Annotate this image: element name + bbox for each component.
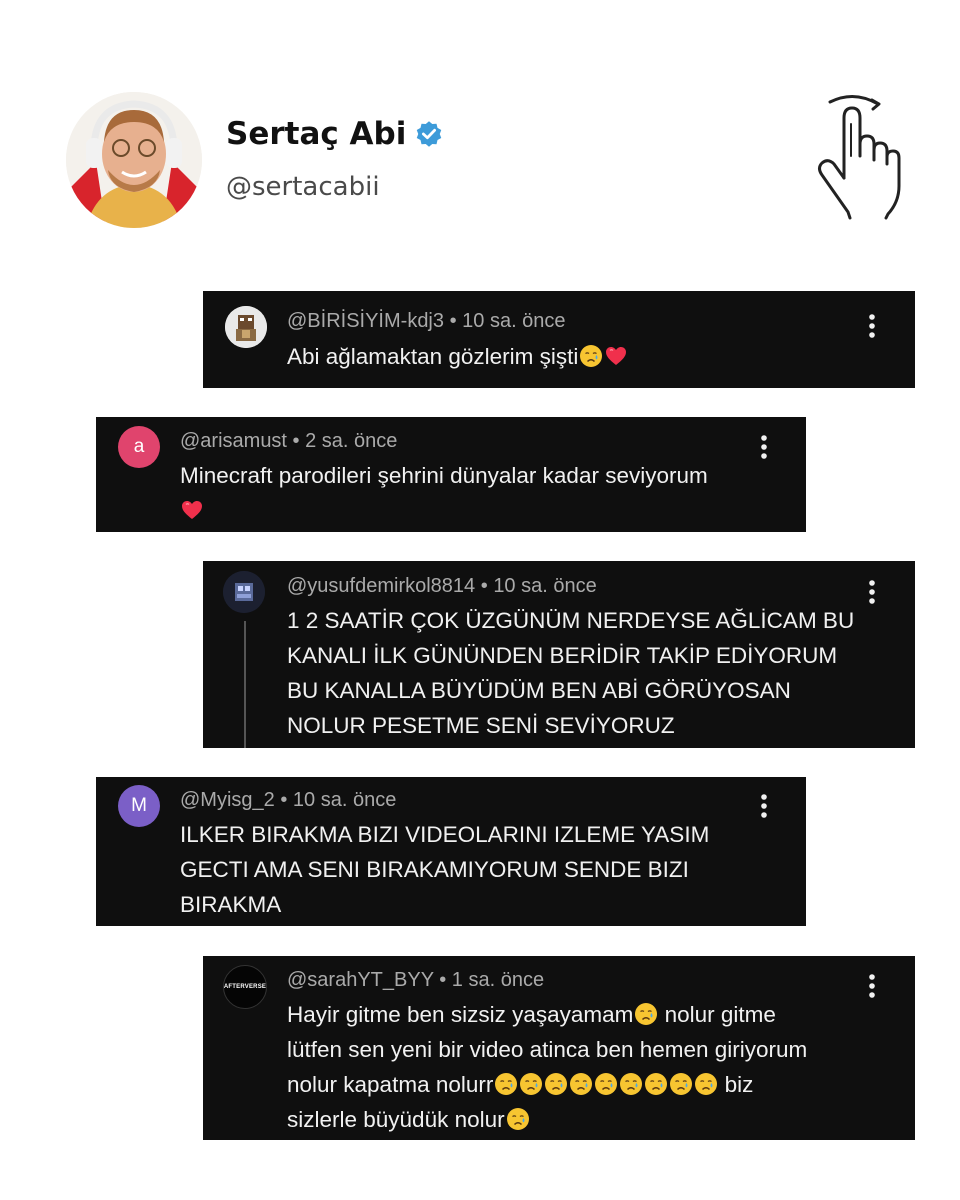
profile-avatar-image (66, 92, 202, 228)
commenter-avatar[interactable]: M (118, 785, 160, 827)
avatar-image (223, 571, 265, 613)
comment-time: 10 sa. önce (292, 789, 397, 811)
crying-face-emoji (694, 1072, 718, 1096)
comment-text-content: Abi ağlamaktan gözlerim şişti (287, 344, 579, 369)
comment-card: M @Myisg_2 • 10 sa. önce ILKER BIRAKMA B… (96, 777, 806, 926)
red-heart-emoji (180, 498, 204, 522)
commenter-avatar[interactable] (225, 306, 267, 348)
crying-face-emoji (569, 1072, 593, 1096)
comment-text-content: Minecraft parodileri şehrini dünyalar ka… (180, 463, 708, 488)
comment-time: 1 sa. önce (451, 969, 545, 991)
comment-text: ILKER BIRAKMA BIZI VIDEOLARINI IZLEME YA… (180, 822, 710, 917)
swipe-hand-icon (818, 95, 901, 220)
comment-card: AFTERVERSE @sarahYT_BYY • 1 sa. önce Hay… (203, 956, 915, 1140)
comment-author[interactable]: @BİRİSİYİM-kdj3 (287, 310, 444, 332)
comment-meta: @Myisg_2 • 10 sa. önce (180, 789, 397, 811)
comment-text: Abi ağlamaktan gözlerim şişti (287, 339, 887, 374)
commenter-avatar[interactable]: a (118, 426, 160, 468)
more-vert-icon[interactable] (868, 579, 876, 605)
crying-face-emoji (644, 1072, 668, 1096)
thread-line (244, 621, 246, 748)
crying-face-emoji (594, 1072, 618, 1096)
more-vert-icon[interactable] (760, 434, 768, 460)
comment-time: 10 sa. önce (462, 310, 566, 332)
commenter-avatar[interactable] (223, 571, 265, 613)
crying-face-emoji (544, 1072, 568, 1096)
commenter-avatar[interactable]: AFTERVERSE (223, 965, 267, 1009)
comment-card: a @arisamust • 2 sa. önce Minecraft paro… (96, 417, 806, 532)
crying-face-emoji (506, 1107, 530, 1131)
comment-author[interactable]: @yusufdemirkol8814 (287, 575, 475, 597)
comment-time: 10 sa. önce (493, 575, 597, 597)
more-vert-icon[interactable] (760, 793, 768, 819)
comment-author[interactable]: @arisamust (180, 430, 287, 452)
comment-meta: @arisamust • 2 sa. önce (180, 430, 398, 452)
profile-name: Sertaç Abi (226, 116, 407, 152)
profile-avatar[interactable] (66, 92, 202, 228)
crying-face-emoji (669, 1072, 693, 1096)
crying-face-emoji (494, 1072, 518, 1096)
avatar-letter: a (133, 436, 145, 457)
crying-face-emoji (579, 344, 603, 368)
comment-card: @yusufdemirkol8814 • 10 sa. önce 1 2 SAA… (203, 561, 915, 748)
comment-meta: @sarahYT_BYY • 1 sa. önce (287, 969, 545, 991)
avatar-text: AFTERVERSE (223, 984, 267, 990)
more-vert-icon[interactable] (868, 973, 876, 999)
comment-text: Minecraft parodileri şehrini dünyalar ka… (180, 458, 780, 528)
comment-author[interactable]: @sarahYT_BYY (287, 969, 434, 991)
comment-author[interactable]: @Myisg_2 (180, 789, 275, 811)
profile-header: Sertaç Abi @sertacabii (66, 92, 906, 242)
comment-text-part-1: Hayir gitme ben sizsiz yaşayamam (287, 1002, 634, 1027)
profile-handle: @sertacabii (226, 172, 380, 202)
comment-time: 2 sa. önce (305, 430, 398, 452)
comment-text: Hayir gitme ben sizsiz yaşayamam nolur g… (287, 997, 907, 1137)
crying-face-emoji (519, 1072, 543, 1096)
comment-text: 1 2 SAATİR ÇOK ÜZGÜNÜM NERDEYSE AĞLİCAM … (287, 608, 855, 738)
comment-meta: @yusufdemirkol8814 • 10 sa. önce (287, 575, 597, 597)
avatar-image (225, 306, 267, 348)
comment-meta: @BİRİSİYİM-kdj3 • 10 sa. önce (287, 310, 566, 332)
crying-face-emoji (634, 1002, 658, 1026)
red-heart-emoji (604, 344, 628, 368)
comment-card: @BİRİSİYİM-kdj3 • 10 sa. önce Abi ağlama… (203, 291, 915, 388)
crying-face-emoji (619, 1072, 643, 1096)
more-vert-icon[interactable] (868, 313, 876, 339)
verified-badge-icon (417, 121, 442, 147)
avatar-letter: M (131, 795, 147, 816)
profile-name-row: Sertaç Abi (226, 116, 444, 152)
